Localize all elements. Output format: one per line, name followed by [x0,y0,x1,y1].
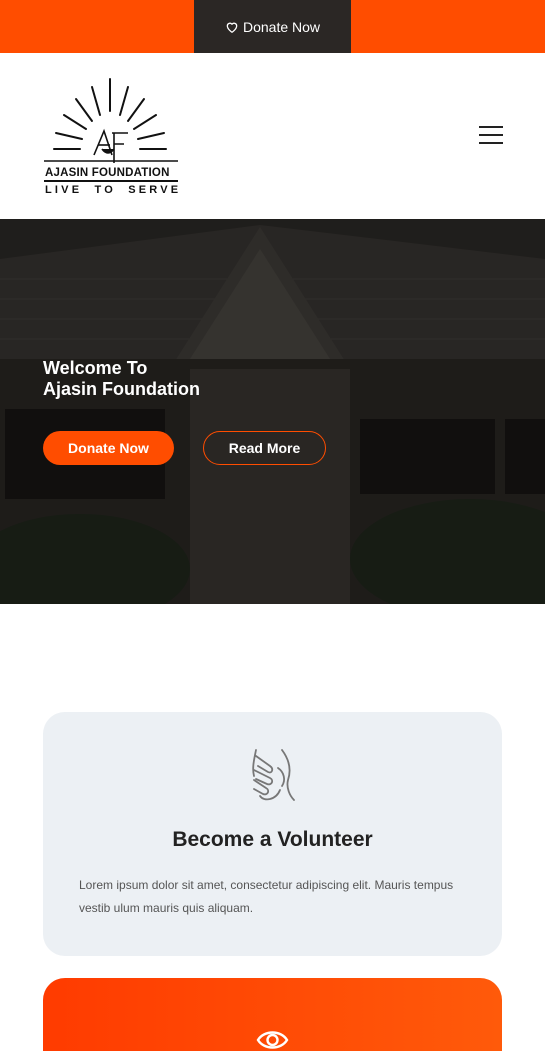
hero-read-more-button[interactable]: Read More [203,431,326,465]
volunteer-card: Become a Volunteer Lorem ipsum dolor sit… [43,712,502,956]
volunteer-card-text: Lorem ipsum dolor sit amet, consectetur … [79,878,454,915]
logo-name: AJASIN FOUNDATION [45,167,170,179]
heart-icon [226,22,238,33]
hero-title: Welcome To Ajasin Foundation [43,358,200,400]
site-header: AJASIN FOUNDATION LIVE TO SERVE [0,53,545,219]
hero-donate-button[interactable]: Donate Now [43,431,174,465]
logo-divider [44,180,178,182]
top-donate-button[interactable]: Donate Now [194,0,351,53]
hero-title-line-1: Welcome To [43,358,148,378]
hamburger-menu-icon[interactable] [479,126,503,144]
top-bar: Donate Now [0,0,545,53]
helping-hands-icon [252,749,295,801]
hero-overlay [0,219,545,604]
hero-section: Welcome To Ajasin Foundation Donate Now … [0,219,545,604]
mission-card [43,978,502,1051]
logo-sunburst-icon [44,78,178,163]
site-logo[interactable]: AJASIN FOUNDATION LIVE TO SERVE [42,77,182,199]
hero-title-line-2: Ajasin Foundation [43,379,200,399]
top-donate-label: Donate Now [242,18,321,35]
logo-tagline: LIVE TO SERVE [45,184,182,196]
volunteer-card-title: Become a Volunteer [172,828,373,851]
eye-icon [256,1031,289,1049]
